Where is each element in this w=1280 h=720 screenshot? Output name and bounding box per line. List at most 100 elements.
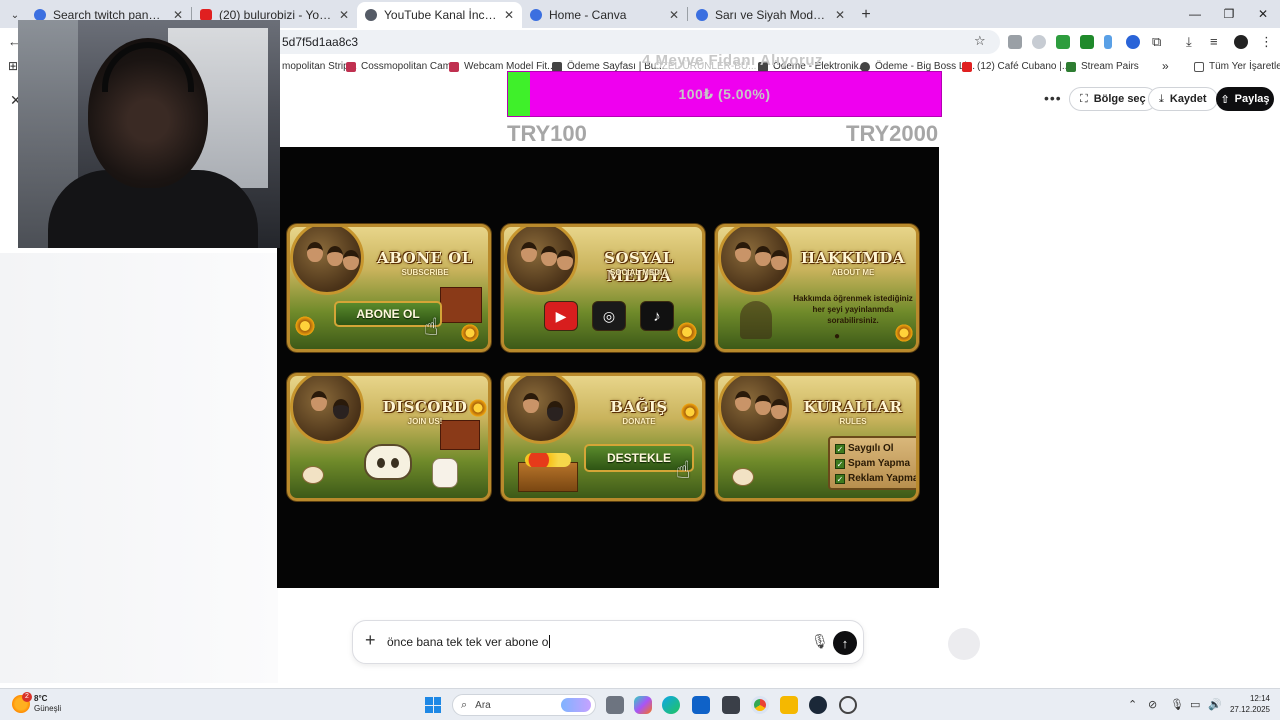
bookmark-label: (12) Café Cubano |... xyxy=(977,61,1071,72)
bookmark-item[interactable]: Cossmopolitan Cam... xyxy=(346,61,459,72)
tiktok-icon[interactable]: ♪ xyxy=(640,301,674,331)
clock[interactable]: 12:14 27.12.2025 xyxy=(1226,693,1270,715)
goal-title: 4 Meyve Fidanı Alıyoruz xyxy=(642,52,823,69)
region-select-button[interactable]: ⛶ Bölge seç xyxy=(1069,87,1157,111)
panel-title: SOSYAL MEDYA xyxy=(604,249,674,285)
avatar xyxy=(504,227,578,295)
windows-start-icon[interactable] xyxy=(425,697,441,713)
extension-icon[interactable] xyxy=(1126,35,1140,49)
discord-icon[interactable] xyxy=(364,444,412,480)
outlook-icon[interactable] xyxy=(692,696,710,714)
steam-icon[interactable] xyxy=(809,696,827,714)
rules-sign: ✓ Saygılı Ol ✓ Spam Yapma ✓ Reklam Yapma xyxy=(828,436,916,490)
tab-title: YouTube Kanal İncelemesi xyxy=(384,8,498,22)
taskbar-search[interactable]: ⌕ Ara xyxy=(452,694,596,716)
all-bookmarks-label: Tüm Yer İşaretleri xyxy=(1209,61,1280,72)
share-button[interactable]: ⇧ Paylaş xyxy=(1216,87,1274,111)
bookmark-favicon xyxy=(449,61,459,72)
chat-input[interactable]: önce bana tek tek ver abone o xyxy=(387,635,550,649)
close-icon[interactable]: ✕ xyxy=(835,8,845,22)
microphone-icon[interactable]: 🎙 xyxy=(1170,698,1184,711)
hand-pointer-icon: ☝ xyxy=(676,457,691,484)
restore-icon[interactable]: ❐ xyxy=(1212,0,1246,28)
weather-widget[interactable]: 2 8°C Güneşli xyxy=(12,692,61,714)
dog-face xyxy=(547,401,563,421)
store-icon[interactable] xyxy=(722,696,740,714)
edge-icon[interactable] xyxy=(662,696,680,714)
chat-input-box[interactable]: + önce bana tek tek ver abone o 🎙 ↑ xyxy=(352,620,864,664)
checkbox-icon: ✓ xyxy=(835,459,845,469)
file-explorer-icon[interactable] xyxy=(780,696,798,714)
youtube-icon[interactable]: ▶ xyxy=(544,301,578,331)
button-label: Paylaş xyxy=(1234,93,1270,105)
download-icon[interactable]: ⤓ xyxy=(1186,34,1192,50)
panel-discord[interactable]: DISCORD JOIN US! xyxy=(287,373,491,501)
extension-icon[interactable] xyxy=(1104,35,1112,49)
url-text: 5d7f5d1aa8c3 xyxy=(282,35,359,49)
design-canvas[interactable]: ABONE OL SUBSCRIBE ABONE OL ☝ SOSYAL MED… xyxy=(277,147,939,588)
app-icon[interactable] xyxy=(839,696,857,714)
close-icon[interactable]: ✕ xyxy=(669,8,679,22)
rule-text: Saygılı Ol xyxy=(848,443,894,454)
tab-sari-siyah-modern[interactable]: Sarı ve Siyah Modern TV Eğlence ✕ xyxy=(688,2,853,28)
save-button[interactable]: ⤓ Kaydet xyxy=(1148,87,1218,111)
download-icon: ⤓ xyxy=(1159,92,1164,105)
bookmark-item[interactable]: Stream Pairs xyxy=(1066,61,1139,72)
panel-subtitle: SOCIAL MEDIA xyxy=(609,268,669,277)
panel-subtitle: ABOUT ME xyxy=(831,268,875,277)
avatar xyxy=(718,376,792,444)
face xyxy=(771,399,787,419)
close-icon[interactable]: ✕ xyxy=(339,8,349,22)
money-extension-icon[interactable] xyxy=(1056,35,1070,49)
download-extension-icon[interactable] xyxy=(1080,35,1094,49)
instagram-icon[interactable]: ◎ xyxy=(592,301,626,331)
more-options-icon[interactable]: ••• xyxy=(1044,90,1062,106)
goal-progress-text: 100₺ (5.00%) xyxy=(678,85,771,102)
display-icon[interactable]: ▭ xyxy=(1190,698,1200,711)
panel-sosyal-medya[interactable]: SOSYAL MEDYA SOCIAL MEDIA ▶ ◎ ♪ xyxy=(501,224,705,352)
face xyxy=(523,393,539,413)
bookmark-item[interactable]: (12) Café Cubano |... xyxy=(962,61,1070,72)
send-button[interactable]: ↑ xyxy=(833,631,857,655)
panel-abone-ol[interactable]: ABONE OL SUBSCRIBE ABONE OL ☝ xyxy=(287,224,491,352)
about-text: Hakkımda öğrenmek istediğiniz her şeyi y… xyxy=(793,294,913,325)
apps-icon[interactable]: ⊞ xyxy=(8,59,18,73)
close-window-icon[interactable]: ✕ xyxy=(1246,0,1280,28)
panel-bagis[interactable]: BAĞIŞ DONATE DESTEKLE ☝ xyxy=(501,373,705,501)
chrome-icon[interactable] xyxy=(751,696,769,714)
panel-kurallar[interactable]: KURALLAR RULES ✓ Saygılı Ol ✓ Spam Yapma ✓… xyxy=(715,373,919,501)
microphone-icon[interactable]: 🎙 xyxy=(811,633,829,650)
minimize-icon[interactable]: — xyxy=(1178,0,1212,28)
face xyxy=(735,391,751,411)
network-off-icon[interactable]: ⊘ xyxy=(1148,698,1157,711)
plus-icon[interactable]: + xyxy=(365,630,376,651)
sunflower-icon xyxy=(894,323,914,343)
profile-avatar[interactable] xyxy=(1234,35,1248,49)
tab-youtube-kanal-incelemesi[interactable]: YouTube Kanal İncelemesi ✕ xyxy=(357,2,522,28)
panel-hakkimda[interactable]: HAKKIMDA ABOUT ME Hakkımda öğrenmek iste… xyxy=(715,224,919,352)
canva-icon xyxy=(696,9,708,21)
temperature: 8°C xyxy=(34,694,48,703)
shield-icon[interactable] xyxy=(1032,35,1046,49)
help-bubble[interactable] xyxy=(948,628,980,660)
tab-home-canva[interactable]: Home - Canva ✕ xyxy=(522,2,687,28)
more-bookmarks-icon[interactable]: » xyxy=(1162,59,1169,73)
task-view-icon[interactable] xyxy=(606,696,624,714)
chicken-icon xyxy=(302,466,324,484)
extension-icon[interactable] xyxy=(1008,35,1022,49)
button-label: Kaydet xyxy=(1169,93,1207,105)
chevron-up-icon[interactable]: ⌃ xyxy=(1128,698,1137,711)
bookmark-star-icon[interactable]: ☆ xyxy=(974,33,986,49)
panel-subtitle: RULES xyxy=(839,417,867,426)
copilot-icon[interactable] xyxy=(634,696,652,714)
all-bookmarks[interactable]: Tüm Yer İşaretleri xyxy=(1194,61,1280,72)
queue-icon[interactable]: ≡ xyxy=(1210,34,1218,49)
close-icon[interactable]: ✕ xyxy=(504,8,514,22)
goal-max-label: TRY2000 xyxy=(846,121,939,146)
magic-select-icon: ⛶ xyxy=(1080,92,1088,105)
puzzle-icon[interactable]: ⧉ xyxy=(1152,34,1161,50)
menu-icon[interactable]: ⋮ xyxy=(1260,34,1273,50)
new-tab-button[interactable]: + xyxy=(853,2,879,28)
volume-icon[interactable]: 🔊 xyxy=(1208,698,1222,711)
panel-subtitle: JOIN US! xyxy=(407,417,443,426)
